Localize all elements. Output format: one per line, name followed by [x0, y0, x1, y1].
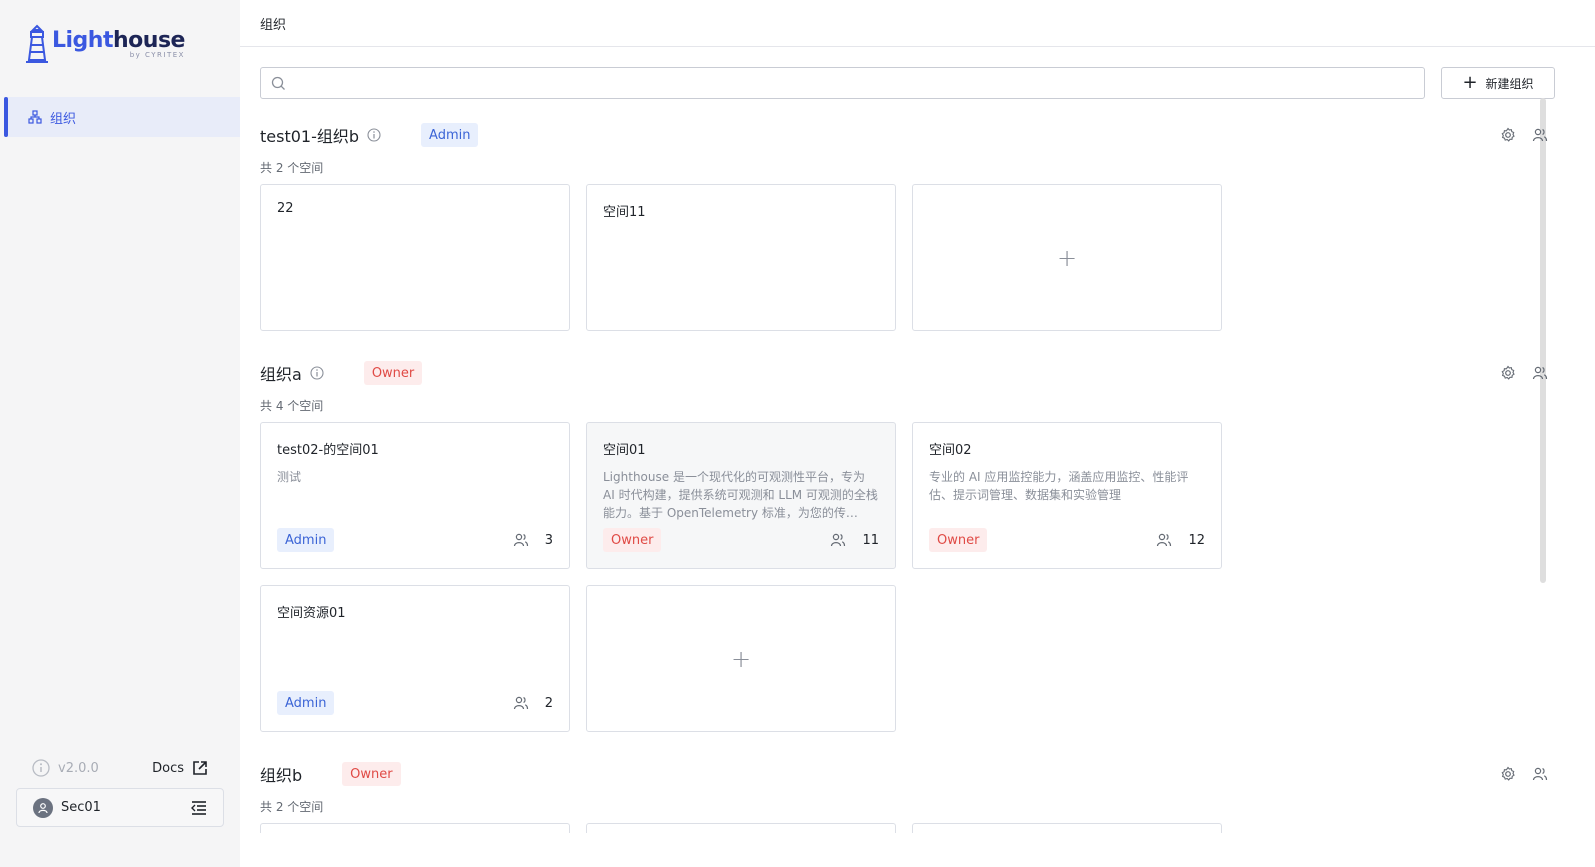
- space-title: 空间11: [603, 205, 646, 220]
- search-icon: [271, 76, 285, 90]
- org-name: 组织b: [260, 766, 303, 785]
- page-title: 组织: [260, 17, 287, 33]
- sidebar-item-label: 组织: [50, 111, 77, 127]
- members-icon: [1157, 533, 1172, 547]
- org-section: 组织a Owner 共 4 个空间 test02-的空间01 测试 Admin …: [260, 359, 1550, 748]
- plus-icon: +: [1056, 243, 1078, 272]
- role-badge: Owner: [363, 361, 423, 385]
- logo-wordmark: Lighthouse: [52, 28, 185, 53]
- member-count: 12: [1156, 532, 1205, 548]
- plus-icon: +: [730, 644, 752, 673]
- logo-subtitle: by CYRITEX: [129, 51, 185, 59]
- org-name: 组织a: [260, 365, 302, 384]
- info-icon[interactable]: [310, 366, 324, 380]
- role-badge: Owner: [929, 528, 988, 552]
- page-header: 组织: [240, 0, 1595, 47]
- member-count-value: 11: [862, 532, 879, 548]
- space-title: 22: [277, 201, 294, 216]
- space-card[interactable]: 空间资源01 Admin 2: [260, 585, 570, 732]
- org-name: test01-组织b: [260, 127, 360, 146]
- member-count: 3: [513, 532, 553, 548]
- members-icon: [513, 696, 528, 710]
- lighthouse-icon: [26, 24, 48, 63]
- add-space-button[interactable]: +: [912, 184, 1222, 331]
- space-card[interactable]: 空间11: [586, 184, 896, 331]
- space-description: Lighthouse 是一个现代化的可观测性平台，专为 AI 时代构建，提供系统…: [603, 470, 878, 520]
- org-section: 组织b Owner 共 2 个空间: [260, 760, 1550, 833]
- settings-icon[interactable]: [1498, 363, 1518, 383]
- new-organization-label: 新建组织: [1485, 76, 1534, 91]
- settings-icon[interactable]: [1498, 125, 1518, 145]
- members-icon[interactable]: [1530, 764, 1550, 784]
- info-icon: [32, 759, 50, 777]
- space-count: 共 4 个空间: [260, 399, 324, 413]
- role-badge: Admin: [277, 691, 335, 715]
- space-card[interactable]: 22: [260, 184, 570, 331]
- member-count: 2: [513, 695, 553, 711]
- org-section: test01-组织b Admin 共 2 个空间 22 空间11 +: [260, 121, 1550, 347]
- settings-icon[interactable]: [1498, 764, 1518, 784]
- collapse-sidebar-icon[interactable]: [191, 800, 207, 815]
- org-tree-icon: [28, 110, 42, 124]
- space-card[interactable]: test02-的空间01 测试 Admin 3: [260, 422, 570, 569]
- logo[interactable]: Lighthouse by CYRITEX: [24, 24, 185, 64]
- members-icon: [831, 533, 846, 547]
- members-icon[interactable]: [1530, 363, 1550, 383]
- member-count-value: 3: [544, 532, 553, 548]
- new-organization-button[interactable]: + 新建组织: [1441, 67, 1555, 99]
- docs-label: Docs: [152, 760, 184, 776]
- member-count-value: 2: [544, 695, 553, 711]
- role-badge: Admin: [421, 123, 479, 147]
- space-count: 共 2 个空间: [260, 800, 324, 814]
- space-card[interactable]: 空间01 Lighthouse 是一个现代化的可观测性平台，专为 AI 时代构建…: [586, 422, 896, 569]
- members-icon[interactable]: [1530, 125, 1550, 145]
- space-description: 测试: [277, 470, 302, 484]
- space-title: test02-的空间01: [277, 443, 379, 458]
- space-title: 空间02: [929, 443, 972, 458]
- add-space-button[interactable]: [912, 823, 1222, 833]
- active-indicator: [4, 97, 8, 137]
- plus-icon: +: [1462, 72, 1478, 93]
- add-space-button[interactable]: +: [586, 585, 896, 732]
- space-card[interactable]: 空间02 专业的 AI 应用监控能力，涵盖应用监控、性能评估、提示词管理、数据集…: [912, 422, 1222, 569]
- role-badge: Owner: [603, 528, 662, 552]
- space-count: 共 2 个空间: [260, 161, 324, 175]
- info-icon[interactable]: [367, 128, 381, 142]
- external-link-icon: [193, 761, 207, 775]
- space-title: 空间资源01: [277, 606, 346, 621]
- user-icon: [38, 802, 48, 813]
- space-description: 专业的 AI 应用监控能力，涵盖应用监控、性能评估、提示词管理、数据集和实验管理: [929, 470, 1189, 502]
- version-label: v2.0.0: [58, 760, 99, 776]
- member-count-value: 12: [1188, 532, 1205, 548]
- username: Sec01: [61, 800, 101, 815]
- search-input[interactable]: [292, 69, 1424, 97]
- main-content: 组织 + 新建组织 test01-组织b Admin 共 2 个空间 22 空间…: [240, 0, 1595, 867]
- version-info: v2.0.0: [32, 759, 99, 777]
- role-badge: Owner: [342, 762, 401, 786]
- sidebar: Lighthouse by CYRITEX 组织 v2.0.0 Docs Sec…: [0, 0, 240, 867]
- space-title: 空间01: [603, 443, 646, 458]
- role-badge: Admin: [277, 528, 335, 552]
- space-card[interactable]: [260, 823, 570, 833]
- members-icon: [513, 533, 528, 547]
- member-count: 11: [830, 532, 879, 548]
- space-card[interactable]: [586, 823, 896, 833]
- sidebar-item-organizations[interactable]: 组织: [4, 97, 240, 137]
- user-menu[interactable]: Sec01: [16, 788, 224, 827]
- docs-link[interactable]: Docs: [152, 760, 208, 776]
- avatar: [33, 797, 53, 818]
- search-box[interactable]: [260, 67, 1425, 99]
- toolbar: + 新建组织: [260, 67, 1576, 99]
